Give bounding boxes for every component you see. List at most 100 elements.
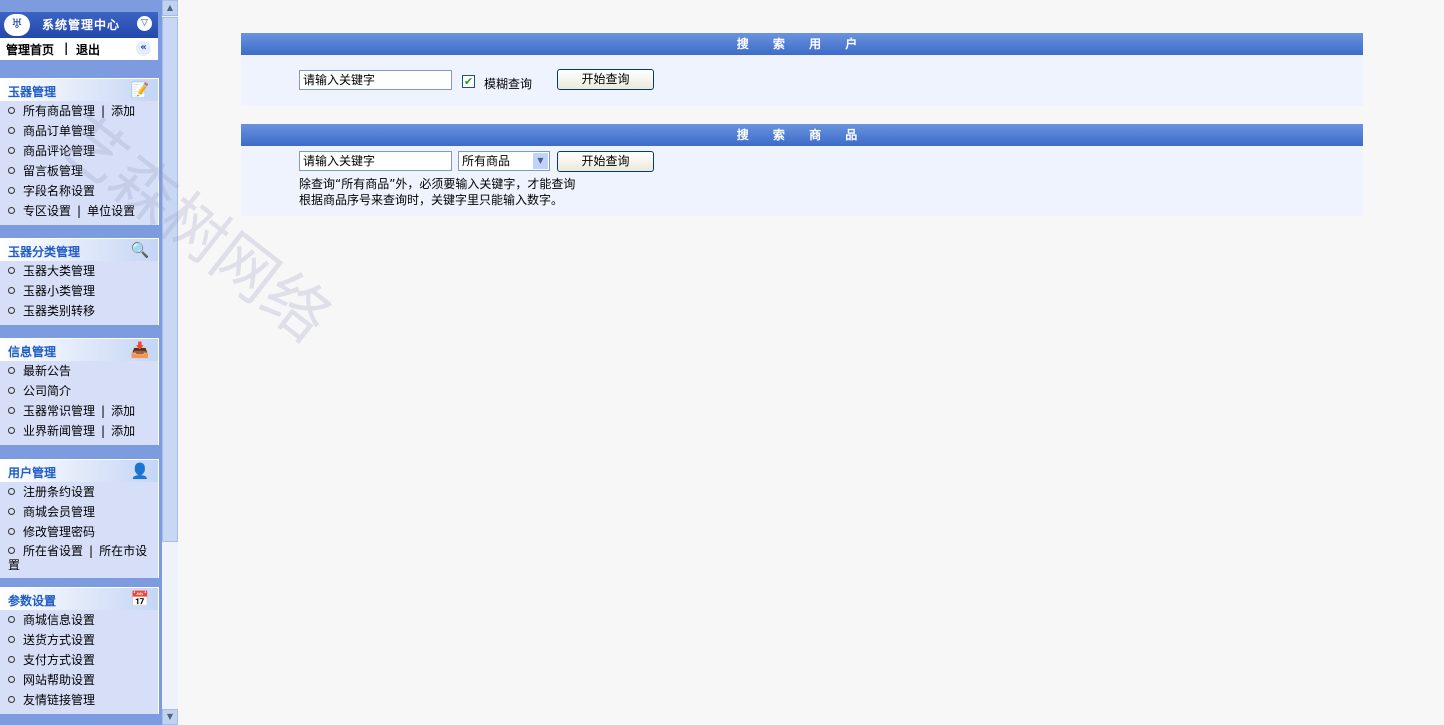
panel-title: 参数设置 (8, 594, 57, 608)
sidebar-link[interactable]: 友情链接管理 (23, 693, 95, 707)
calendar-icon: 📅 (130, 590, 150, 608)
bullet-icon (8, 187, 15, 194)
sidebar-link[interactable]: 所在省设置 (23, 544, 83, 558)
scroll-thumb[interactable] (162, 17, 178, 542)
sidebar-item-company-intro: 公司简介 (0, 381, 158, 401)
sidebar-item-announcements: 最新公告 (0, 361, 158, 381)
search-product-title: 搜 索 商 品 (241, 124, 1363, 146)
scroll-up-icon[interactable]: ▲ (162, 0, 178, 16)
sidebar-link[interactable]: 专区设置 (23, 204, 71, 218)
sidebar-header: ♅ 系统管理中心 ▽ (0, 12, 158, 38)
sidebar-link[interactable]: 添加 (111, 404, 135, 418)
scroll-down-icon[interactable]: ▼ (162, 709, 178, 725)
sidebar-item-orders: 商品订单管理 (0, 121, 158, 141)
sidebar-link[interactable]: 玉器大类管理 (23, 264, 95, 278)
bullet-icon (8, 616, 15, 623)
sidebar-title: 系统管理中心 (42, 18, 121, 32)
user-search-button[interactable]: 开始查询 (557, 69, 654, 90)
sidebar-link[interactable]: 玉器类别转移 (23, 304, 95, 318)
search-notes: 除查询“所有商品”外，必须要输入关键字，才能查询 根据商品序号来查询时，关键字里… (299, 176, 575, 208)
panel-title: 玉器管理 (8, 85, 57, 99)
sidebar-link[interactable]: 修改管理密码 (23, 525, 95, 539)
sidebar-item-friend-links: 友情链接管理 (0, 690, 158, 710)
search-user-panel: 搜 索 用 户 请输入关键字 ✔ 模糊查询 开始查询 (241, 33, 1363, 106)
panel-jade-management: 玉器管理 📝 所有商品管理 | 添加 商品订单管理 商品评论管理 留言板管理 字段名… (0, 78, 159, 225)
logout-link[interactable]: 退出 (76, 41, 100, 58)
bullet-icon (8, 127, 15, 134)
collapse-all-icon[interactable]: ▽ (137, 16, 152, 31)
sidebar-item-members: 商城会员管理 (0, 502, 158, 522)
product-keyword-input[interactable]: 请输入关键字 (299, 151, 452, 171)
sidebar-item-guestbook: 留言板管理 (0, 161, 158, 181)
quicklinks-separator: | (64, 41, 69, 55)
sidebar: ♅ 系统管理中心 ▽ 管理首页 | 退出 « 玉器管理 📝 所有商品管理 | 添加 … (0, 0, 162, 725)
bullet-icon (8, 367, 15, 374)
panel-header[interactable]: 用户管理 👤 (0, 459, 158, 482)
sidebar-scrollbar[interactable]: ▲ ▼ (162, 0, 178, 725)
sidebar-link[interactable]: 字段名称设置 (23, 184, 95, 198)
panel-user-management: 用户管理 👤 注册条约设置 商城会员管理 修改管理密码 所在省设置 | 所在市设置 (0, 459, 159, 578)
jade-logo-icon: ♅ (4, 14, 30, 36)
panel-header[interactable]: 玉器管理 📝 (0, 78, 158, 101)
sidebar-item-category-transfer: 玉器类别转移 (0, 301, 158, 321)
bullet-icon (8, 636, 15, 643)
sidebar-link[interactable]: 网站帮助设置 (23, 673, 95, 687)
sidebar-link[interactable]: 注册条约设置 (23, 485, 95, 499)
sidebar-item-reviews: 商品评论管理 (0, 141, 158, 161)
sidebar-link[interactable]: 玉器小类管理 (23, 284, 95, 298)
panel-title: 玉器分类管理 (8, 245, 81, 259)
search-note-line: 除查询“所有商品”外，必须要输入关键字，才能查询 (299, 177, 576, 191)
bullet-icon (8, 267, 15, 274)
admin-home-link[interactable]: 管理首页 (6, 41, 54, 58)
panel-header[interactable]: 信息管理 📥 (0, 338, 158, 361)
panel-header[interactable]: 参数设置 📅 (0, 587, 158, 610)
sidebar-link[interactable]: 单位设置 (87, 204, 135, 218)
search-note-line: 根据商品序号来查询时，关键字里只能输入数字。 (299, 193, 564, 207)
sidebar-link[interactable]: 支付方式设置 (23, 653, 95, 667)
sidebar-link[interactable]: 添加 (111, 424, 135, 438)
edit-document-icon: 📝 (130, 81, 150, 99)
sidebar-item-change-password: 修改管理密码 (0, 522, 158, 542)
sidebar-item-province-city: 所在省设置 | 所在市设置 (8, 544, 148, 572)
sidebar-link[interactable]: 所有商品管理 (23, 104, 95, 118)
bullet-icon (8, 676, 15, 683)
sidebar-link[interactable]: 商品订单管理 (23, 124, 95, 138)
bullet-icon (8, 287, 15, 294)
fuzzy-search-checkbox[interactable]: ✔ (462, 75, 475, 88)
panel-header[interactable]: 玉器分类管理 🔍 (0, 238, 158, 261)
sidebar-item-zones: 专区设置 | 单位设置 (0, 201, 158, 221)
sidebar-item-registration-terms: 注册条约设置 (0, 482, 158, 502)
sidebar-link[interactable]: 公司简介 (23, 384, 71, 398)
panel-category-management: 玉器分类管理 🔍 玉器大类管理 玉器小类管理 玉器类别转移 (0, 238, 159, 325)
sidebar-item-mall-info: 商城信息设置 (0, 610, 158, 630)
hide-sidebar-icon[interactable]: « (136, 41, 151, 56)
bullet-icon (8, 387, 15, 394)
sidebar-link[interactable]: 添加 (111, 104, 135, 118)
sidebar-link[interactable]: 最新公告 (23, 364, 71, 378)
sidebar-item-field-names: 字段名称设置 (0, 181, 158, 201)
bullet-icon (8, 547, 15, 554)
bullet-icon (8, 147, 15, 154)
panel-title: 信息管理 (8, 345, 57, 359)
sidebar-link[interactable]: 商品评论管理 (23, 144, 95, 158)
bullet-icon (8, 508, 15, 515)
sidebar-link[interactable]: 玉器常识管理 (23, 404, 95, 418)
bullet-icon (8, 528, 15, 535)
chevron-down-icon[interactable]: ▼ (533, 153, 548, 169)
bullet-icon (8, 488, 15, 495)
bullet-icon (8, 307, 15, 314)
sidebar-item-all-products: 所有商品管理 | 添加 (0, 101, 158, 121)
sidebar-link[interactable]: 送货方式设置 (23, 633, 95, 647)
bullet-icon (8, 107, 15, 114)
bullet-icon (8, 207, 15, 214)
product-search-button[interactable]: 开始查询 (557, 151, 654, 172)
sidebar-item-help: 网站帮助设置 (0, 670, 158, 690)
sidebar-link[interactable]: 业界新闻管理 (23, 424, 95, 438)
user-keyword-input[interactable]: 请输入关键字 (299, 70, 452, 90)
sidebar-link[interactable]: 商城会员管理 (23, 505, 95, 519)
sidebar-link[interactable]: 留言板管理 (23, 164, 83, 178)
panel-info-management: 信息管理 📥 最新公告 公司简介 玉器常识管理 | 添加 业界新闻管理 | 添加 (0, 338, 159, 445)
sidebar-item-payment: 支付方式设置 (0, 650, 158, 670)
product-scope-select[interactable]: 所有商品 ▼ (458, 151, 550, 171)
sidebar-link[interactable]: 商城信息设置 (23, 613, 95, 627)
